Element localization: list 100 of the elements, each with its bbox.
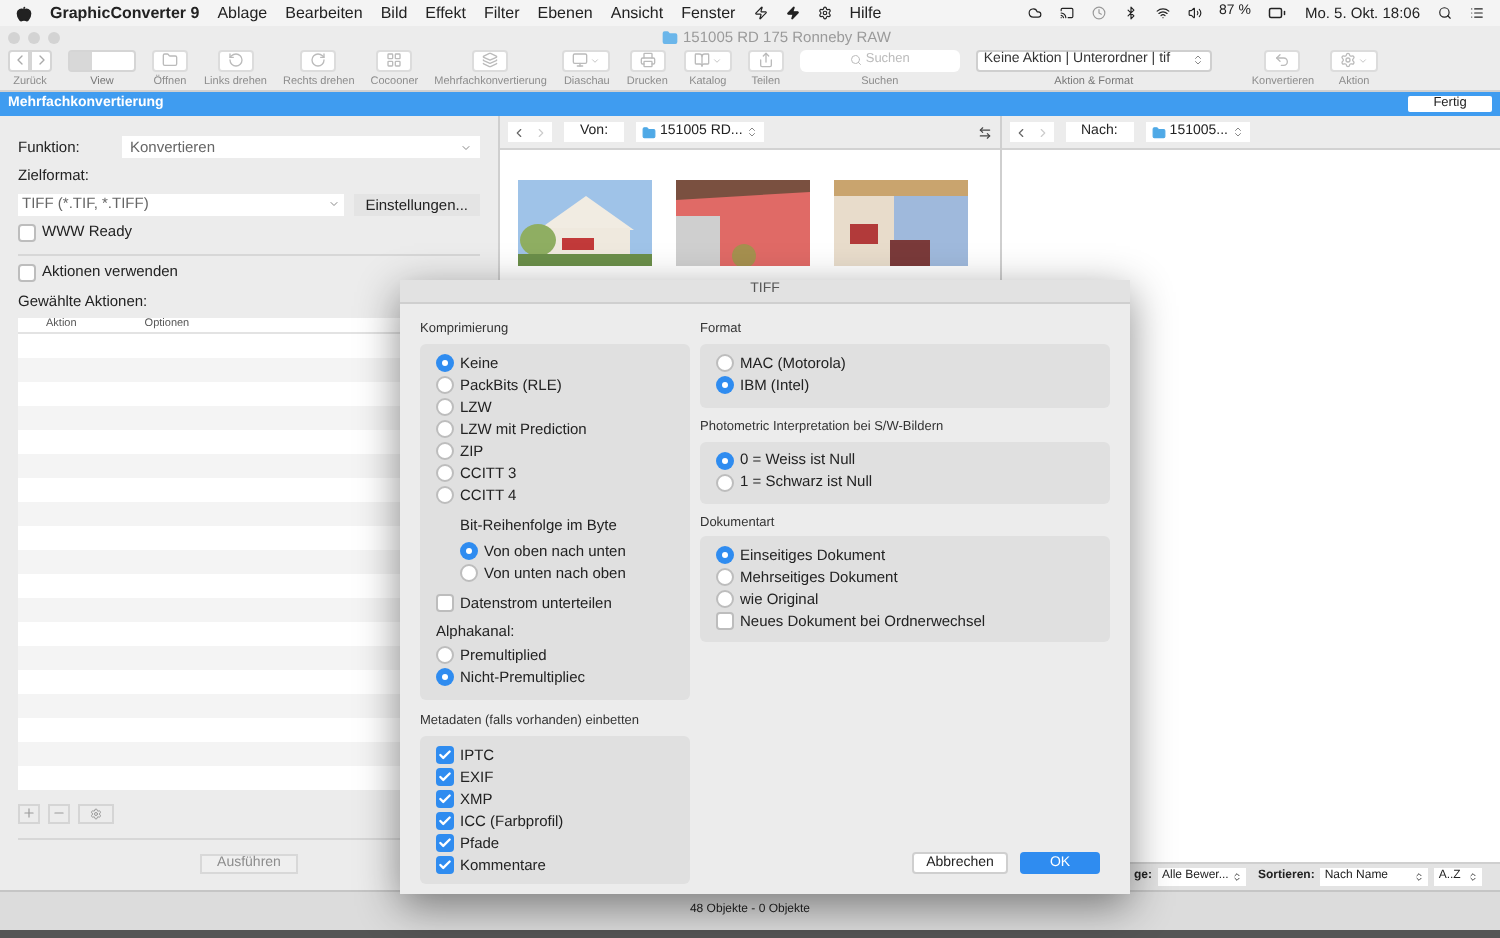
- back-icon: [1013, 125, 1027, 139]
- tool-icon: [310, 52, 327, 69]
- checkbox[interactable]: [436, 856, 454, 874]
- tool-icon: [1274, 52, 1291, 69]
- checkbox[interactable]: [436, 834, 454, 852]
- radio-button[interactable]: [460, 564, 478, 582]
- add-button[interactable]: [18, 803, 40, 824]
- radio-button[interactable]: [460, 542, 478, 560]
- radio-button[interactable]: [436, 353, 454, 372]
- tool-icon: [162, 52, 178, 69]
- list-icon[interactable]: [1470, 6, 1484, 20]
- tool-icon: [572, 52, 589, 69]
- toolbar-popup-icon[interactable]: [562, 49, 611, 72]
- gear-icon[interactable]: [817, 6, 832, 20]
- minimize-button[interactable]: [28, 31, 40, 44]
- tool-icon: [639, 52, 656, 69]
- stepper-icon: [1414, 872, 1425, 882]
- toolbar-popup-icon[interactable]: [1330, 49, 1379, 72]
- gear-menu-button[interactable]: [78, 803, 114, 824]
- toolbar-icon[interactable]: [1264, 49, 1301, 72]
- cloud-icon[interactable]: [1027, 6, 1041, 20]
- stepper-icon: [1232, 872, 1242, 882]
- radio-button[interactable]: [716, 451, 734, 469]
- toolbar-icon[interactable]: [629, 49, 666, 72]
- caret-icon: [1358, 55, 1369, 66]
- checkbox[interactable]: [436, 768, 454, 786]
- display-icon[interactable]: [1059, 6, 1073, 20]
- menu-item[interactable]: Bearbeiten: [285, 1, 363, 25]
- bluetooth-icon[interactable]: [1123, 6, 1137, 20]
- radio-button[interactable]: [436, 419, 454, 438]
- tool-icon: [482, 52, 499, 69]
- checkbox[interactable]: [436, 746, 454, 764]
- swap-icon[interactable]: [977, 125, 991, 139]
- radio-button[interactable]: [436, 485, 454, 504]
- wifi-icon[interactable]: [1155, 6, 1169, 20]
- toolbar-popup-icon[interactable]: [683, 49, 732, 72]
- radio-button[interactable]: [716, 473, 734, 491]
- radio-button[interactable]: [716, 590, 734, 609]
- app-menu[interactable]: GraphicConverter 9: [50, 1, 200, 25]
- radio-button[interactable]: [436, 441, 454, 460]
- clock-icon[interactable]: [1091, 6, 1105, 20]
- search-icon[interactable]: [1438, 6, 1452, 20]
- back-button[interactable]: [508, 122, 530, 142]
- caret-icon: [711, 55, 722, 66]
- radio-button[interactable]: [436, 646, 454, 665]
- search-icon: [849, 54, 862, 67]
- zoom-button[interactable]: [48, 31, 60, 44]
- radio-button[interactable]: [716, 546, 734, 565]
- radio-button[interactable]: [716, 353, 734, 372]
- checkbox[interactable]: [436, 812, 454, 830]
- radio-button[interactable]: [436, 463, 454, 482]
- menu-item[interactable]: Bild: [380, 1, 408, 25]
- menu-item[interactable]: Ansicht: [610, 1, 664, 25]
- back-button[interactable]: [8, 49, 30, 72]
- tool-icon: [1340, 52, 1357, 69]
- checkbox[interactable]: [18, 263, 36, 281]
- radio-button[interactable]: [716, 375, 734, 394]
- radio-button[interactable]: [436, 375, 454, 394]
- view-switcher[interactable]: [68, 49, 136, 72]
- radio-button[interactable]: [716, 568, 734, 587]
- script-icon[interactable]: [753, 6, 768, 20]
- menu-item[interactable]: Hilfe: [849, 1, 882, 25]
- volume-icon[interactable]: [1187, 6, 1201, 20]
- gear-icon: [90, 807, 102, 820]
- toolbar-icon[interactable]: [376, 49, 413, 72]
- tool-icon: [757, 52, 774, 69]
- toolbar-icon[interactable]: [152, 49, 188, 72]
- close-button[interactable]: [8, 31, 20, 44]
- tool-icon: [386, 52, 403, 69]
- forward-button[interactable]: [30, 49, 52, 72]
- checkbox[interactable]: [436, 594, 454, 612]
- toolbar-icon[interactable]: [217, 49, 254, 72]
- battery-icon[interactable]: [1268, 4, 1287, 22]
- back-icon: [512, 125, 526, 139]
- radio-button[interactable]: [436, 668, 454, 687]
- toolbar-icon[interactable]: [300, 49, 337, 72]
- toolbar-icon[interactable]: [472, 49, 509, 72]
- tool-icon: [693, 52, 710, 69]
- apple-icon[interactable]: [16, 5, 32, 21]
- back-button[interactable]: [1009, 122, 1031, 142]
- forward-button[interactable]: [530, 122, 552, 142]
- checkbox[interactable]: [716, 612, 734, 631]
- remove-button[interactable]: [48, 803, 70, 824]
- forward-icon: [534, 125, 548, 139]
- toolbar-icon[interactable]: [747, 49, 784, 72]
- menu-item[interactable]: Filter: [483, 1, 520, 25]
- folder-icon: [642, 125, 657, 139]
- checkbox[interactable]: [436, 790, 454, 808]
- menu-item[interactable]: Fenster: [681, 1, 736, 25]
- folder-icon: [661, 29, 678, 46]
- caret-icon: [460, 141, 472, 154]
- radio-button[interactable]: [436, 397, 454, 416]
- checkbox[interactable]: [18, 223, 36, 241]
- caret-icon: [590, 55, 601, 66]
- forward-button[interactable]: [1031, 122, 1053, 142]
- menu-item[interactable]: Ebenen: [537, 1, 593, 25]
- tool-icon: [227, 52, 244, 69]
- menu-item[interactable]: Effekt: [425, 1, 466, 25]
- menu-item[interactable]: Ablage: [217, 1, 268, 25]
- lightning-icon[interactable]: [785, 6, 800, 20]
